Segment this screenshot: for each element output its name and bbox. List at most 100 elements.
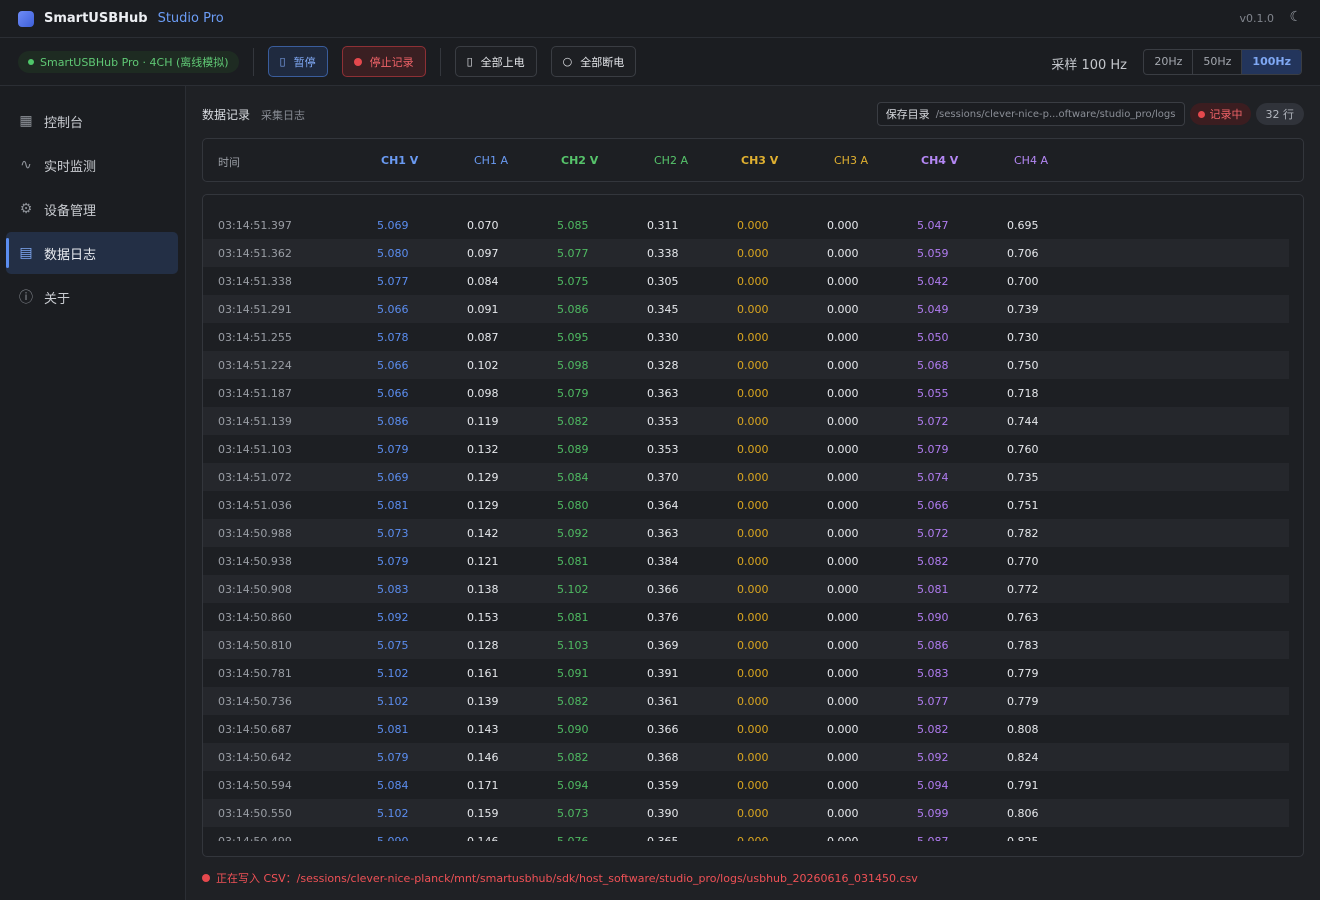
theme-toggle-moon-icon[interactable]: ☾ [1289, 9, 1302, 25]
table-row[interactable]: 03:14:50.499 5.090 0.146 5.076 0.365 0.000 0.0… [203, 827, 1289, 841]
sidebar-item-devices[interactable]: ⚙ 设备管理 [6, 188, 178, 230]
cell-ch1-v: 5.075 [377, 639, 409, 652]
cell-ch2-a: 0.311 [647, 219, 679, 232]
column-header-ch3-a: CH3 A [834, 154, 868, 167]
cell-ch2-v: 5.081 [557, 555, 589, 568]
table-row[interactable]: 03:14:50.810 5.075 0.128 5.103 0.369 0.000 0.0… [203, 631, 1289, 659]
cell-ch3-v: 0.000 [737, 331, 769, 344]
cell-ch3-v: 0.000 [737, 527, 769, 540]
cell-ch4-a: 0.772 [1007, 583, 1039, 596]
cell-ch2-v: 5.095 [557, 331, 589, 344]
cell-ch4-v: 5.068 [917, 359, 949, 372]
cell-ch3-v: 0.000 [737, 555, 769, 568]
table-row[interactable]: 03:14:51.036 5.081 0.129 5.080 0.364 0.000 0.0… [203, 491, 1289, 519]
cell-ch4-a: 0.706 [1007, 247, 1039, 260]
cell-ch4-v: 5.081 [917, 583, 949, 596]
cell-ch3-a: 0.000 [827, 359, 859, 372]
cell-ch4-a: 0.763 [1007, 611, 1039, 624]
cell-ch4-v: 5.059 [917, 247, 949, 260]
cell-ch1-a: 0.119 [467, 415, 499, 428]
cell-ch4-v: 5.079 [917, 443, 949, 456]
gear-icon: ⚙ [19, 201, 33, 217]
table-row[interactable]: 03:14:51.291 5.066 0.091 5.086 0.345 0.000 0.0… [203, 295, 1289, 323]
pause-button[interactable]: ▯ 暂停 [267, 46, 328, 77]
sample-rate-label: 采样 100 Hz [1051, 58, 1127, 73]
table-row[interactable]: 03:14:50.988 5.073 0.142 5.092 0.363 0.000 0.0… [203, 519, 1289, 547]
cell-ch4-v: 5.050 [917, 331, 949, 344]
sidebar-item-console[interactable]: ▦ 控制台 [6, 100, 178, 142]
cell-ch4-v: 5.082 [917, 723, 949, 736]
cell-time: 03:14:50.810 [218, 639, 292, 652]
table-row[interactable]: 03:14:51.187 5.066 0.098 5.079 0.363 0.000 0.0… [203, 379, 1289, 407]
power-on-icon: ▯ [466, 55, 473, 68]
table-row[interactable]: 03:14:50.594 5.084 0.171 5.094 0.359 0.000 0.0… [203, 771, 1289, 799]
cell-ch3-a: 0.000 [827, 443, 859, 456]
cell-ch1-v: 5.081 [377, 723, 409, 736]
table-row[interactable]: 03:14:51.397 5.069 0.070 5.085 0.311 0.000 0.0… [203, 211, 1289, 239]
cell-ch2-a: 0.363 [647, 387, 679, 400]
all-power-off-button[interactable]: ○ 全部断电 [550, 46, 637, 77]
cell-ch1-a: 0.087 [467, 331, 499, 344]
cell-ch2-a: 0.384 [647, 555, 679, 568]
cell-ch3-a: 0.000 [827, 807, 859, 820]
cell-ch2-v: 5.081 [557, 611, 589, 624]
rate-option-20hz[interactable]: 20Hz [1144, 50, 1194, 74]
table-row[interactable]: 03:14:51.139 5.086 0.119 5.082 0.353 0.000 0.0… [203, 407, 1289, 435]
cell-ch2-v: 5.098 [557, 359, 589, 372]
cell-ch2-a: 0.330 [647, 331, 679, 344]
rate-option-100hz[interactable]: 100Hz [1242, 50, 1301, 74]
table-row[interactable]: 03:14:51.362 5.080 0.097 5.077 0.338 0.000 0.0… [203, 239, 1289, 267]
cell-ch4-a: 0.806 [1007, 807, 1039, 820]
cell-ch1-v: 5.090 [377, 835, 409, 841]
sidebar-item-data-log[interactable]: ▤ 数据日志 [6, 232, 178, 274]
sidebar-item-monitor[interactable]: ∿ 实时监测 [6, 144, 178, 186]
sidebar: ▦ 控制台 ∿ 实时监测 ⚙ 设备管理 ▤ 数据日志 ⓘ 关于 [0, 86, 186, 900]
cell-ch4-v: 5.082 [917, 555, 949, 568]
cell-ch2-v: 5.080 [557, 499, 589, 512]
save-directory-button[interactable]: 保存目录 /sessions/clever-nice-p...oftware/s… [876, 102, 1185, 126]
cell-ch4-v: 5.049 [917, 303, 949, 316]
rate-option-50hz[interactable]: 50Hz [1193, 50, 1243, 74]
table-row[interactable]: 03:14:50.938 5.079 0.121 5.081 0.384 0.000 0.0… [203, 547, 1289, 575]
stop-record-button[interactable]: 停止记录 [341, 46, 426, 77]
cell-ch4-a: 0.695 [1007, 219, 1039, 232]
table-row[interactable]: 03:14:51.224 5.066 0.102 5.098 0.328 0.000 0.0… [203, 351, 1289, 379]
cell-time: 03:14:50.736 [218, 695, 292, 708]
table-body[interactable]: 03:14:51.397 5.069 0.070 5.085 0.311 0.000 0.0… [202, 194, 1304, 857]
cell-time: 03:14:51.362 [218, 247, 292, 260]
cell-ch3-v: 0.000 [737, 275, 769, 288]
cell-ch3-v: 0.000 [737, 611, 769, 624]
pause-icon: ▯ [279, 55, 286, 68]
grid-icon: ▦ [19, 113, 33, 129]
cell-ch1-v: 5.079 [377, 751, 409, 764]
cell-ch1-v: 5.083 [377, 583, 409, 596]
column-header-ch1-a: CH1 A [474, 154, 508, 167]
table-row[interactable]: 03:14:50.550 5.102 0.159 5.073 0.390 0.000 0.0… [203, 799, 1289, 827]
cell-time: 03:14:50.860 [218, 611, 292, 624]
table-row[interactable]: 03:14:51.072 5.069 0.129 5.084 0.370 0.000 0.0… [203, 463, 1289, 491]
table-row[interactable]: 03:14:51.255 5.078 0.087 5.095 0.330 0.000 0.0… [203, 323, 1289, 351]
table-row[interactable]: 03:14:50.736 5.102 0.139 5.082 0.361 0.000 0.0… [203, 687, 1289, 715]
device-status-text: SmartUSBHub Pro · 4CH (离线模拟) [40, 55, 229, 69]
toolbar: SmartUSBHub Pro · 4CH (离线模拟) ▯ 暂停 停止记录 ▯… [0, 38, 1320, 86]
sidebar-item-about[interactable]: ⓘ 关于 [6, 276, 178, 318]
table-row[interactable]: 03:14:50.642 5.079 0.146 5.082 0.368 0.000 0.0… [203, 743, 1289, 771]
app-logo-icon [18, 10, 34, 27]
cell-ch2-a: 0.366 [647, 723, 679, 736]
wave-icon: ∿ [20, 157, 32, 173]
table-row[interactable]: 03:14:51.103 5.079 0.132 5.089 0.353 0.000 0.0… [203, 435, 1289, 463]
table-row[interactable]: 03:14:50.860 5.092 0.153 5.081 0.376 0.000 0.0… [203, 603, 1289, 631]
table-row[interactable]: 03:14:50.908 5.083 0.138 5.102 0.366 0.000 0.0… [203, 575, 1289, 603]
cell-ch4-v: 5.042 [917, 275, 949, 288]
table-row[interactable]: 03:14:50.687 5.081 0.143 5.090 0.366 0.000 0.0… [203, 715, 1289, 743]
cell-ch1-a: 0.146 [467, 835, 499, 841]
table-row[interactable]: 03:14:50.781 5.102 0.161 5.091 0.391 0.000 0.0… [203, 659, 1289, 687]
cell-ch4-a: 0.750 [1007, 359, 1039, 372]
cell-ch2-v: 5.102 [557, 583, 589, 596]
cell-ch1-v: 5.066 [377, 359, 409, 372]
cell-ch4-v: 5.066 [917, 499, 949, 512]
table-row[interactable]: 03:14:51.338 5.077 0.084 5.075 0.305 0.000 0.0… [203, 267, 1289, 295]
all-power-on-button[interactable]: ▯ 全部上电 [454, 46, 537, 77]
cell-ch1-a: 0.138 [467, 583, 499, 596]
cell-ch2-a: 0.363 [647, 527, 679, 540]
